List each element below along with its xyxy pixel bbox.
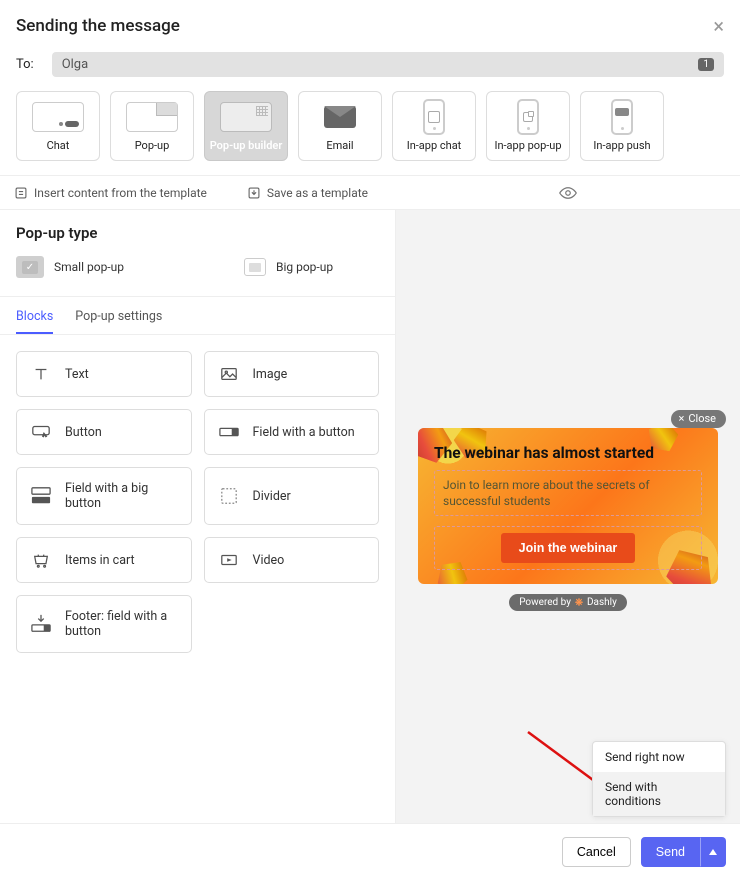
block-video-label: Video — [253, 553, 285, 568]
popup-preview-card[interactable]: The webinar has almost started Join to l… — [418, 428, 718, 584]
send-cond-label: Send with conditions — [605, 780, 661, 808]
send-label: Send — [656, 845, 685, 859]
block-field-button-label: Field with a button — [253, 425, 355, 440]
caret-up-icon — [709, 849, 717, 855]
popup-thumb-icon — [126, 102, 178, 132]
recipient-count-badge: 1 — [698, 58, 714, 71]
popup-builder-thumb-icon — [220, 102, 272, 132]
to-label: To: — [16, 57, 34, 72]
block-divider[interactable]: Divider — [204, 467, 380, 525]
inapp-chat-thumb-icon — [423, 99, 445, 135]
preview-title: The webinar has almost started — [434, 444, 702, 462]
block-text[interactable]: Text — [16, 351, 192, 397]
cancel-button[interactable]: Cancel — [562, 837, 631, 867]
popup-type-title: Pop-up type — [0, 210, 395, 252]
preview-close-button[interactable]: × Close — [671, 410, 727, 428]
insert-from-template-link[interactable]: Insert content from the template — [14, 186, 207, 200]
block-items-cart-label: Items in cart — [65, 553, 135, 568]
field-button-icon — [219, 422, 239, 442]
preview-body-text[interactable]: Join to learn more about the secrets of … — [434, 470, 702, 516]
preview-close-label: Close — [688, 412, 716, 425]
block-footer-field[interactable]: Footer: field with a button — [16, 595, 192, 653]
powered-by-name: Dashly — [587, 597, 617, 608]
block-text-label: Text — [65, 367, 89, 382]
block-field-with-big-button[interactable]: Field with a big button — [16, 467, 192, 525]
channel-chat[interactable]: Chat — [16, 91, 100, 161]
field-big-button-icon — [31, 486, 51, 506]
save-as-template-link[interactable]: Save as a template — [247, 186, 368, 200]
divider-icon — [219, 486, 239, 506]
channel-chat-label: Chat — [47, 139, 70, 152]
block-field-big-button-label: Field with a big button — [65, 481, 177, 511]
tab-blocks-label: Blocks — [16, 309, 53, 324]
channel-email[interactable]: Email — [298, 91, 382, 161]
channel-inapp-popup[interactable]: In-app pop-up — [486, 91, 570, 161]
save-template-label: Save as a template — [267, 186, 368, 200]
popup-type-small-label: Small pop-up — [54, 260, 124, 274]
send-with-conditions-item[interactable]: Send with conditions — [593, 772, 725, 816]
channel-inapp-chat-label: In-app chat — [407, 139, 462, 152]
image-icon — [219, 364, 239, 384]
block-video[interactable]: Video — [204, 537, 380, 583]
close-icon[interactable]: × — [713, 14, 724, 38]
send-button[interactable]: Send — [641, 837, 700, 867]
chat-thumb-icon — [32, 102, 84, 132]
template-icon — [14, 186, 28, 200]
block-footer-field-label: Footer: field with a button — [65, 609, 177, 639]
powered-by-badge[interactable]: Powered by ⎈ Dashly — [509, 594, 627, 611]
inapp-popup-thumb-icon — [517, 99, 539, 135]
cancel-label: Cancel — [577, 845, 616, 859]
channel-popup[interactable]: Pop-up — [110, 91, 194, 161]
send-now-label: Send right now — [605, 750, 685, 764]
send-dropdown-toggle[interactable] — [700, 837, 726, 867]
block-button[interactable]: Button — [16, 409, 192, 455]
preview-eye-icon[interactable] — [559, 186, 577, 200]
block-image[interactable]: Image — [204, 351, 380, 397]
tab-popup-settings[interactable]: Pop-up settings — [75, 309, 162, 334]
recipient-name: Olga — [62, 57, 88, 72]
channel-email-label: Email — [326, 139, 353, 152]
cart-icon — [31, 550, 51, 570]
channel-popup-label: Pop-up — [135, 139, 170, 152]
inapp-push-thumb-icon — [611, 99, 633, 135]
tab-settings-label: Pop-up settings — [75, 309, 162, 324]
preview-cta-button[interactable]: Join the webinar — [501, 533, 636, 563]
save-template-icon — [247, 186, 261, 200]
channel-inapp-popup-label: In-app pop-up — [494, 139, 561, 152]
powered-by-prefix: Powered by — [519, 597, 571, 608]
big-radio-thumb-icon — [244, 258, 266, 276]
block-items-in-cart[interactable]: Items in cart — [16, 537, 192, 583]
dashly-logo-icon: ⎈ — [575, 597, 583, 608]
channel-popup-builder-label: Pop-up builder — [210, 139, 283, 152]
video-icon — [219, 550, 239, 570]
dialog-title: Sending the message — [16, 16, 180, 36]
channel-inapp-push[interactable]: In-app push — [580, 91, 664, 161]
block-button-label: Button — [65, 425, 102, 440]
close-x-icon: × — [679, 412, 685, 425]
send-right-now-item[interactable]: Send right now — [593, 742, 725, 772]
recipient-chip[interactable]: Olga 1 — [52, 52, 724, 77]
footer-field-icon — [31, 614, 51, 634]
channel-popup-builder[interactable]: Pop-up builder — [204, 91, 288, 161]
button-icon — [31, 422, 51, 442]
tab-blocks[interactable]: Blocks — [16, 309, 53, 334]
preview-cta-label: Join the webinar — [519, 541, 618, 555]
block-divider-label: Divider — [253, 489, 291, 504]
channel-inapp-push-label: In-app push — [593, 139, 650, 152]
popup-type-big[interactable]: Big pop-up — [244, 256, 333, 278]
channel-inapp-chat[interactable]: In-app chat — [392, 91, 476, 161]
popup-type-big-label: Big pop-up — [276, 260, 333, 274]
send-options-menu: Send right now Send with conditions — [592, 741, 726, 817]
text-icon — [31, 364, 51, 384]
insert-template-label: Insert content from the template — [34, 186, 207, 200]
preview-cta-wrap[interactable]: Join the webinar — [434, 526, 702, 570]
block-field-with-button[interactable]: Field with a button — [204, 409, 380, 455]
popup-type-small[interactable]: ✓ Small pop-up — [16, 256, 124, 278]
block-image-label: Image — [253, 367, 288, 382]
email-thumb-icon — [324, 106, 356, 128]
check-icon: ✓ — [22, 261, 38, 274]
